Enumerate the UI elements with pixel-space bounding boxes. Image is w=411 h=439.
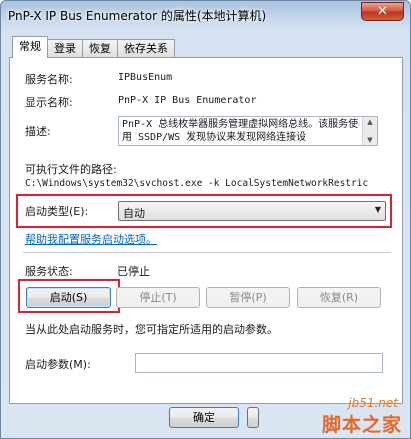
description-text: PnP-X 总线枚举器服务管理虚拟网络总线。该服务使用 SSDP/WS 发现协议…	[122, 119, 359, 143]
exe-path-label: 可执行文件的路径:	[25, 163, 117, 176]
scroll-down-icon[interactable]: ▼	[363, 135, 377, 145]
start-params-input[interactable]	[135, 353, 383, 373]
status-value: 已停止	[117, 265, 150, 278]
startup-type-select[interactable]: 自动 ▼	[118, 201, 386, 221]
display-name-value: PnP-X IP Bus Enumerator	[118, 95, 257, 106]
exe-path-value: C:\Windows\system32\svchost.exe -k Local…	[25, 178, 369, 189]
start-params-hint: 当从此处启动服务时，您可指定所适用的启动参数。	[25, 323, 278, 336]
window-title: PnP-X IP Bus Enumerator 的属性(本地计算机)	[8, 9, 267, 23]
start-button[interactable]: 启动(S)	[26, 287, 111, 308]
startup-type-value: 自动	[123, 207, 145, 220]
chevron-down-icon: ▼	[374, 205, 381, 214]
service-name-value: IPBusEnum	[118, 72, 173, 83]
status-label: 服务状态:	[25, 265, 73, 278]
divider	[23, 252, 391, 253]
scroll-up-icon[interactable]: ▲	[363, 117, 377, 127]
startup-type-label: 启动类型(E):	[25, 205, 89, 218]
stop-button[interactable]: 停止(T)	[116, 287, 200, 308]
pause-button[interactable]: 暂停(P)	[206, 287, 290, 308]
start-params-label: 启动参数(M):	[25, 358, 91, 371]
description-scrollbar[interactable]: ▲ ▼	[362, 117, 377, 145]
properties-dialog: PnP-X IP Bus Enumerator 的属性(本地计算机) ✕ 常规 …	[0, 0, 411, 439]
help-link[interactable]: 帮助我配置服务启动选项。	[25, 231, 157, 247]
tab-dependencies[interactable]: 依存关系	[117, 39, 175, 58]
tab-recovery[interactable]: 恢复	[82, 39, 118, 58]
description-box[interactable]: PnP-X 总线枚举器服务管理虚拟网络总线。该服务使用 SSDP/WS 发现协议…	[118, 116, 378, 146]
watermark-site: jb51.net	[348, 396, 398, 410]
general-panel: 服务名称: IPBusEnum 显示名称: PnP-X IP Bus Enume…	[9, 57, 403, 404]
close-button[interactable]: ✕	[361, 2, 404, 21]
tab-logon[interactable]: 登录	[47, 39, 83, 58]
watermark-logo: jb51.net 脚本之家	[251, 396, 406, 436]
close-icon: ✕	[377, 4, 388, 19]
service-name-label: 服务名称:	[25, 73, 73, 86]
display-name-label: 显示名称:	[25, 96, 73, 109]
watermark-name: 脚本之家	[321, 414, 402, 436]
tab-general[interactable]: 常规	[12, 36, 48, 58]
resume-button[interactable]: 恢复(R)	[297, 287, 381, 308]
title-bar[interactable]: PnP-X IP Bus Enumerator 的属性(本地计算机) ✕	[1, 1, 410, 29]
ok-button[interactable]: 确定	[169, 407, 239, 428]
description-label: 描述:	[25, 125, 51, 138]
tab-strip: 常规 登录 恢复 依存关系	[12, 36, 175, 58]
